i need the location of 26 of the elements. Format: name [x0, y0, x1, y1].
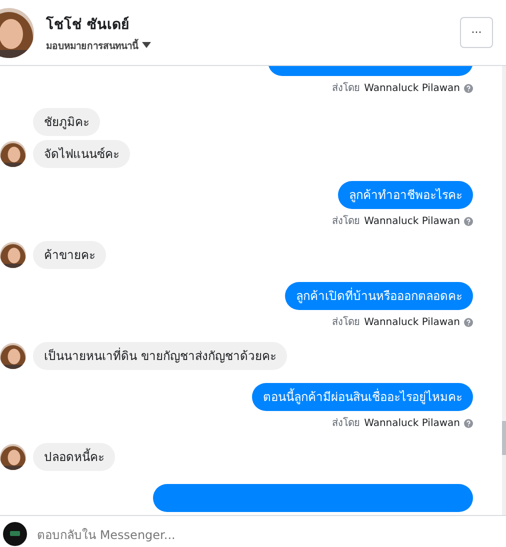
- help-icon[interactable]: [464, 419, 473, 428]
- sender-name: Wannaluck Pilawan: [364, 417, 460, 430]
- reply-field[interactable]: ตอบกลับใน Messenger...: [37, 528, 506, 542]
- help-icon[interactable]: [464, 217, 473, 226]
- message-bubble: จัดไฟแนนซ์คะ: [33, 140, 130, 168]
- sent-by-label: ส่งโดย: [332, 82, 360, 95]
- assign-conversation-link[interactable]: มอบหมายการสนทนานี้: [46, 38, 138, 52]
- contact-name: โชโช่ ซันเดย์: [46, 15, 130, 34]
- more-button[interactable]: ···: [460, 17, 493, 48]
- sent-by-label: ส่งโดย: [332, 417, 360, 430]
- sent-by-label: ส่งโดย: [332, 215, 360, 228]
- sender-name: Wannaluck Pilawan: [364, 215, 460, 228]
- message-bubble: ตอนนี้ลูกค้ามีผ่อนสินเชื่ออะไรอยู่ไหมคะ: [252, 383, 473, 411]
- page-avatar-icon: [3, 522, 27, 546]
- caret-icon[interactable]: [142, 42, 151, 48]
- message-bubble: ลูกค้าทำอาชีพอะไรคะ: [338, 181, 473, 209]
- message-bubble: ชัยภูมิคะ: [33, 108, 100, 136]
- message-bubble: เป็นนายหนเาที่ดิน ขายกัญชาส่งกัญชาด้วยคะ: [33, 342, 287, 370]
- message-bubble: ลูกค้าเปิดที่บ้านหรือออกตลอดคะ: [285, 282, 473, 310]
- help-icon[interactable]: [464, 84, 473, 93]
- help-icon[interactable]: [464, 318, 473, 327]
- message-bubble: ค้าขายคะ: [33, 241, 106, 269]
- message-bubble: ปลอดหนี้คะ: [33, 443, 115, 471]
- sender-name: Wannaluck Pilawan: [364, 316, 460, 329]
- sent-by-label: ส่งโดย: [332, 316, 360, 329]
- sender-name: Wannaluck Pilawan: [364, 82, 460, 95]
